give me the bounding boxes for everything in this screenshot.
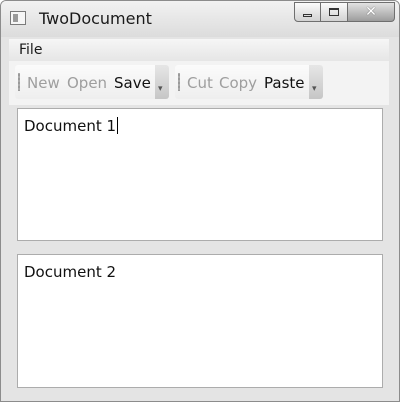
toolbar-overflow-button[interactable]: ▾ [155, 65, 169, 99]
document-2-text: Document 2 [24, 263, 117, 281]
chevron-down-icon: ▾ [312, 84, 317, 94]
document-2-textbox[interactable]: Document 2 [17, 254, 383, 388]
menu-bar: File [9, 39, 389, 61]
minimize-button[interactable] [294, 2, 321, 22]
cut-button[interactable]: Cut [187, 74, 213, 92]
minimize-icon [303, 13, 312, 17]
toolbar-edit: Cut Copy Paste ▾ [175, 65, 323, 99]
maximize-button[interactable] [321, 2, 348, 22]
caption-buttons: ✕ [294, 2, 395, 22]
toolbar-grip[interactable] [18, 73, 20, 91]
toolbar-overflow-button[interactable]: ▾ [309, 65, 323, 99]
title-bar[interactable]: TwoDocument ✕ [1, 1, 399, 37]
new-button[interactable]: New [27, 74, 60, 92]
menu-file[interactable]: File [19, 42, 42, 58]
app-window: TwoDocument ✕ File New Open Save ▾ Cut C… [0, 0, 400, 402]
document-1-text: Document 1 [24, 117, 117, 135]
copy-button[interactable]: Copy [219, 74, 257, 92]
maximize-icon [329, 8, 339, 16]
app-window-icon[interactable] [10, 11, 26, 25]
text-caret [117, 117, 119, 134]
chevron-down-icon: ▾ [158, 84, 163, 94]
toolbar-file: New Open Save ▾ [15, 65, 169, 99]
window-title: TwoDocument [39, 9, 152, 28]
paste-button[interactable]: Paste [264, 74, 305, 92]
document-1-textbox[interactable]: Document 1 [17, 108, 383, 241]
close-button[interactable]: ✕ [348, 2, 395, 22]
open-button[interactable]: Open [67, 74, 107, 92]
toolbar-grip[interactable] [178, 73, 180, 91]
save-button[interactable]: Save [114, 74, 151, 92]
close-icon: ✕ [365, 4, 377, 20]
toolbar-tray: New Open Save ▾ Cut Copy Paste ▾ [9, 61, 389, 105]
